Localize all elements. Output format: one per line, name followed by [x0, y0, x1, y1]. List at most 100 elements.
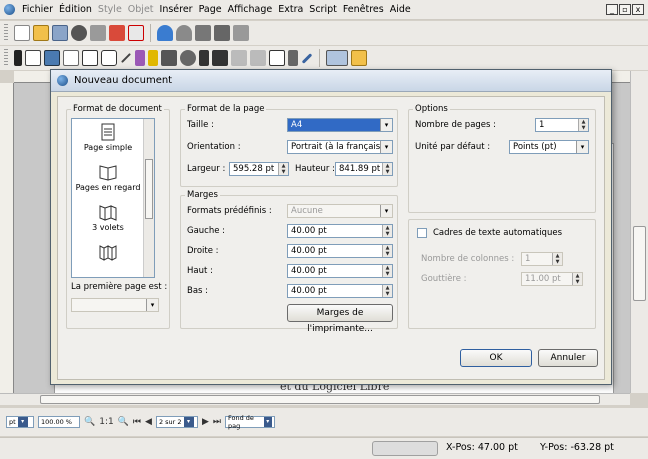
- copy-properties-icon[interactable]: [288, 50, 298, 66]
- close-document-icon[interactable]: [71, 25, 87, 41]
- spin-arrows-icon[interactable]: ▲ ▼: [578, 119, 588, 131]
- zoom-icon[interactable]: [180, 50, 196, 66]
- menu-fenetres[interactable]: Fenêtres: [340, 4, 387, 15]
- unit-selector[interactable]: pt ▾: [6, 416, 34, 428]
- spin-arrows-icon[interactable]: ▲ ▼: [278, 163, 288, 175]
- open-folder-icon[interactable]: [33, 25, 49, 41]
- menu-page[interactable]: Page: [196, 4, 225, 15]
- zoom-in-icon[interactable]: 🔍: [118, 417, 129, 427]
- image-frame-icon[interactable]: [44, 50, 60, 66]
- new-document-icon[interactable]: [14, 25, 30, 41]
- edit-text-icon[interactable]: [212, 50, 228, 66]
- previous-page-icon[interactable]: ◀: [145, 417, 152, 427]
- default-unit-select[interactable]: Points (pt) ▾: [509, 140, 589, 154]
- bottom-margin-spinbox[interactable]: 40.00 pt ▲ ▼: [287, 284, 393, 298]
- list-item-single-page[interactable]: Page simple: [72, 123, 144, 152]
- export-pdf-icon[interactable]: [128, 25, 144, 41]
- freehand-icon[interactable]: [148, 50, 158, 66]
- page-selector[interactable]: 2 sur 2 ▾: [155, 416, 198, 428]
- printer-margins-button[interactable]: Marges de l'imprimante...: [287, 304, 393, 334]
- scribus-app-icon: [57, 75, 68, 86]
- first-page-icon[interactable]: ⏮: [133, 417, 141, 427]
- table-icon[interactable]: [63, 50, 79, 66]
- zoom-ratio-button[interactable]: 1:1: [99, 417, 113, 427]
- toolbar-grip[interactable]: [4, 49, 8, 67]
- menu-style[interactable]: Style: [95, 4, 125, 15]
- undo-icon[interactable]: [157, 25, 173, 41]
- spin-arrows-icon[interactable]: ▲ ▼: [382, 225, 392, 237]
- spin-arrows-icon[interactable]: ▲ ▼: [552, 253, 562, 265]
- pdf-annotation-icon[interactable]: [351, 50, 367, 66]
- shape-icon[interactable]: [82, 50, 98, 66]
- redo-icon[interactable]: [176, 25, 192, 41]
- list-scrollbar[interactable]: [143, 119, 154, 277]
- spin-arrows-icon[interactable]: ▲ ▼: [572, 273, 582, 285]
- cut-icon[interactable]: [195, 25, 211, 41]
- spin-arrows-icon[interactable]: ▲ ▼: [382, 265, 392, 277]
- right-margin-spinbox[interactable]: 40.00 pt ▲ ▼: [287, 244, 393, 258]
- spin-arrows-icon[interactable]: ▲ ▼: [382, 163, 392, 175]
- width-spinbox[interactable]: 595.28 pt ▲ ▼: [229, 162, 289, 176]
- bezier-icon[interactable]: [135, 50, 145, 66]
- menu-objet[interactable]: Objet: [125, 4, 157, 15]
- page-size-select[interactable]: A4 ▾: [287, 118, 393, 132]
- line-icon[interactable]: [121, 53, 131, 63]
- toolbar-grip[interactable]: [4, 24, 8, 42]
- text-frame-icon[interactable]: [25, 50, 41, 66]
- layer-selector[interactable]: Fond de pag ▾: [224, 414, 275, 430]
- auto-frames-checkbox[interactable]: [417, 228, 427, 238]
- orientation-select[interactable]: Portrait (à la française) ▾: [287, 140, 393, 154]
- gutter-spinbox[interactable]: 11.00 pt ▲ ▼: [521, 272, 583, 286]
- menu-extra[interactable]: Extra: [275, 4, 306, 15]
- edit-contents-icon[interactable]: [199, 50, 209, 66]
- page-count-spinbox[interactable]: 1 ▲ ▼: [535, 118, 589, 132]
- list-scroll-thumb[interactable]: [145, 159, 153, 219]
- minimize-button[interactable]: _: [606, 4, 618, 15]
- menu-script[interactable]: Script: [306, 4, 340, 15]
- polygon-icon[interactable]: [101, 50, 117, 66]
- menu-inserer[interactable]: Insérer: [157, 4, 196, 15]
- zoom-out-icon[interactable]: 🔍: [84, 417, 95, 427]
- list-item-four-fold[interactable]: [72, 243, 144, 263]
- select-arrow-icon[interactable]: [14, 50, 22, 66]
- spin-arrows-icon[interactable]: ▲ ▼: [382, 285, 392, 297]
- link-frames-icon[interactable]: [231, 50, 247, 66]
- columns-spinbox[interactable]: 1 ▲ ▼: [521, 252, 563, 266]
- ok-button[interactable]: OK: [460, 349, 532, 367]
- print-icon[interactable]: [90, 25, 106, 41]
- spin-arrows-icon[interactable]: ▲ ▼: [382, 245, 392, 257]
- copy-icon[interactable]: [214, 25, 230, 41]
- list-item-facing-pages[interactable]: Pages en regard: [72, 163, 144, 192]
- unlink-frames-icon[interactable]: [250, 50, 266, 66]
- menu-aide[interactable]: Aide: [387, 4, 414, 15]
- preflight-icon[interactable]: [109, 25, 125, 41]
- cancel-button[interactable]: Annuler: [538, 349, 598, 367]
- vertical-scroll-thumb[interactable]: [633, 226, 646, 301]
- vertical-scrollbar[interactable]: [630, 71, 648, 393]
- height-spinbox[interactable]: 841.89 pt ▲ ▼: [335, 162, 393, 176]
- list-item-label: Page simple: [83, 143, 133, 152]
- list-item-three-fold[interactable]: 3 volets: [72, 203, 144, 232]
- eyedropper-icon[interactable]: [301, 52, 313, 64]
- menu-affichage[interactable]: Affichage: [225, 4, 276, 15]
- pdf-checkbox-icon[interactable]: [326, 50, 348, 66]
- menu-fichier[interactable]: Fichier: [19, 4, 56, 15]
- menu-edition[interactable]: Édition: [56, 4, 95, 15]
- left-margin-spinbox[interactable]: 40.00 pt ▲ ▼: [287, 224, 393, 238]
- horizontal-scroll-thumb[interactable]: [40, 395, 600, 404]
- next-page-icon[interactable]: ▶: [202, 417, 209, 427]
- first-page-select[interactable]: ▾: [71, 298, 159, 312]
- save-icon[interactable]: [52, 25, 68, 41]
- measure-icon[interactable]: [269, 50, 285, 66]
- restore-button[interactable]: ▫: [619, 4, 631, 15]
- close-button[interactable]: x: [632, 4, 644, 15]
- zoom-field[interactable]: 100.00 %: [38, 416, 80, 428]
- dialog-title-bar[interactable]: Nouveau document: [51, 70, 611, 92]
- document-format-list[interactable]: Page simple Pages en regard 3 volets: [71, 118, 155, 278]
- last-page-icon[interactable]: ⏭: [213, 417, 221, 427]
- rotate-icon[interactable]: [161, 50, 177, 66]
- paste-icon[interactable]: [233, 25, 249, 41]
- margin-preset-select[interactable]: Aucune ▾: [287, 204, 393, 218]
- horizontal-scrollbar[interactable]: [0, 393, 630, 405]
- top-margin-spinbox[interactable]: 40.00 pt ▲ ▼: [287, 264, 393, 278]
